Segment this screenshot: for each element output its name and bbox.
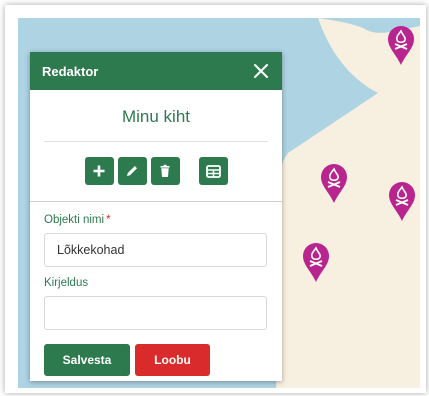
campfire-marker-icon[interactable] — [301, 241, 331, 283]
campfire-marker-icon[interactable] — [386, 24, 416, 66]
add-feature-button[interactable] — [84, 157, 114, 185]
pencil-icon — [127, 166, 137, 176]
trash-icon — [160, 164, 170, 177]
description-field-label: Kirjeldus — [44, 277, 89, 289]
attribute-table-button[interactable] — [198, 157, 228, 185]
section-divider — [30, 201, 282, 202]
editor-toolbar — [30, 157, 282, 185]
name-field-label: Objekti nimi * — [44, 214, 111, 226]
form-buttons: Salvesta Loobu — [44, 344, 282, 376]
table-icon — [205, 164, 221, 178]
divider — [44, 141, 268, 142]
editor-header: Redaktor — [30, 52, 282, 90]
editor-title: Redaktor — [42, 63, 99, 79]
save-button[interactable]: Salvesta — [44, 344, 130, 376]
required-mark: * — [106, 214, 111, 226]
name-input[interactable] — [44, 233, 267, 267]
campfire-marker-icon[interactable] — [387, 180, 417, 222]
delete-feature-button[interactable] — [150, 157, 180, 185]
edit-feature-button[interactable] — [117, 157, 147, 185]
plus-icon — [93, 165, 105, 177]
campfire-marker-icon[interactable] — [319, 162, 349, 204]
layer-name: Minu kiht — [121, 107, 191, 126]
close-icon[interactable] — [252, 62, 270, 80]
cancel-button[interactable]: Loobu — [135, 344, 210, 376]
editor-panel: Redaktor Minu kiht Objekti nimi * Lõkkek… — [30, 52, 282, 381]
description-input[interactable] — [44, 296, 267, 330]
